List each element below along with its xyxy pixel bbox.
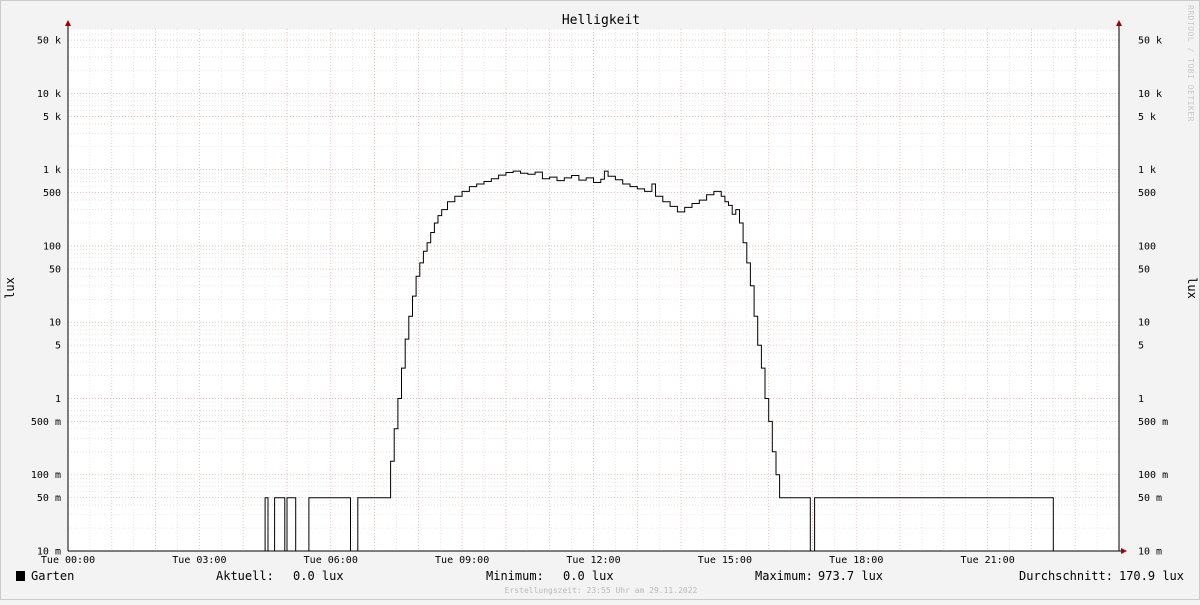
y-tick-label-left: 5 xyxy=(55,341,61,352)
legend-durchschnitt-label: Durchschnitt: xyxy=(1019,569,1113,583)
y-tick-label-left: 1 k xyxy=(43,165,61,176)
y-tick-label-left: 50 xyxy=(49,264,61,275)
y-tick-label-left: 5 k xyxy=(43,112,61,123)
y-tick-label-right: 10 xyxy=(1138,318,1150,329)
y-tick-label-left: 500 xyxy=(43,188,61,199)
legend-minimum-value: 0.0 lux xyxy=(563,569,614,583)
y-tick-label-right: 50 k xyxy=(1138,36,1162,47)
legend-minimum-label: Minimum: xyxy=(486,569,544,583)
x-axis-arrow xyxy=(1121,548,1127,554)
legend-aktuell-label: Aktuell: xyxy=(216,569,274,583)
y-tick-label-left: 10 k xyxy=(37,89,61,100)
legend-durchschnitt-value: 170.9 lux xyxy=(1119,569,1184,583)
y-tick-label-left: 500 m xyxy=(31,417,61,428)
legend-swatch-garten xyxy=(16,571,25,581)
x-tick-label: Tue 03:00 xyxy=(172,555,226,566)
rrdtool-watermark: RRDTOOL / TOBI OETIKER xyxy=(1186,5,1195,122)
x-tick-label: Tue 15:00 xyxy=(698,555,752,566)
creation-time-footer: Erstellungszeit: 23:55 Uhr am 29.11.2022 xyxy=(505,586,698,595)
y-tick-label-right: 100 m xyxy=(1138,470,1168,481)
chart-title: Helligkeit xyxy=(562,13,640,28)
x-tick-label: Tue 00:00 xyxy=(41,555,95,566)
legend-aktuell-value: 0.0 lux xyxy=(293,569,344,583)
chart-svg: 50 k 10 k 5 k 1 k 500 100 50 10 5 1 500 m 100 m 50 m… xyxy=(3,5,1199,595)
y-tick-label-left: 10 xyxy=(49,318,61,329)
y-tick-label-right: 1 xyxy=(1138,394,1144,405)
x-tick-label: Tue 21:00 xyxy=(961,555,1015,566)
y-tick-label-left: 50 k xyxy=(37,36,61,47)
y-tick-label-right: 500 m xyxy=(1138,417,1168,428)
y-tick-labels-right: 50 k 10 k 5 k 1 k 500 100 50 10 5 1 500 m 100 m 50 m… xyxy=(1138,36,1168,558)
y-axis-label-right: lux xyxy=(1185,277,1199,299)
y-tick-label-right: 10 k xyxy=(1138,89,1162,100)
x-tick-label: Tue 12:00 xyxy=(566,555,620,566)
y-tick-label-left: 100 xyxy=(43,241,61,252)
x-tick-label: Tue 06:00 xyxy=(304,555,358,566)
legend-series-name: Garten xyxy=(31,569,74,583)
y-tick-label-right: 100 xyxy=(1138,241,1156,252)
y-axis-right-arrow xyxy=(1116,20,1122,26)
y-tick-label-right: 5 xyxy=(1138,341,1144,352)
rrd-graph: 50 k 10 k 5 k 1 k 500 100 50 10 5 1 500 m 100 m 50 m… xyxy=(0,0,1200,600)
y-tick-label-left: 100 m xyxy=(31,470,61,481)
y-tick-label-right: 500 xyxy=(1138,188,1156,199)
x-tick-label: Tue 18:00 xyxy=(829,555,883,566)
legend-maximum-label: Maximum: xyxy=(755,569,813,583)
y-tick-label-right: 50 m xyxy=(1138,493,1162,504)
y-tick-label-right: 1 k xyxy=(1138,165,1156,176)
x-tick-labels: Tue 00:00 Tue 03:00 Tue 06:00 Tue 09:00 Tue … xyxy=(41,555,1015,566)
y-tick-label-right: 50 xyxy=(1138,264,1150,275)
y-tick-label-right: 5 k xyxy=(1138,112,1156,123)
y-axis-label-left: lux xyxy=(3,277,17,299)
y-tick-labels-left: 50 k 10 k 5 k 1 k 500 100 50 10 5 1 500 m 100 m 50 m… xyxy=(31,36,61,558)
y-tick-label-left: 50 m xyxy=(37,493,61,504)
legend-maximum-value: 973.7 lux xyxy=(818,569,883,583)
y-axis-left-arrow xyxy=(65,20,71,26)
x-tick-label: Tue 09:00 xyxy=(435,555,489,566)
y-tick-label-left: 1 xyxy=(55,394,61,405)
y-tick-label-right: 10 m xyxy=(1138,547,1162,558)
